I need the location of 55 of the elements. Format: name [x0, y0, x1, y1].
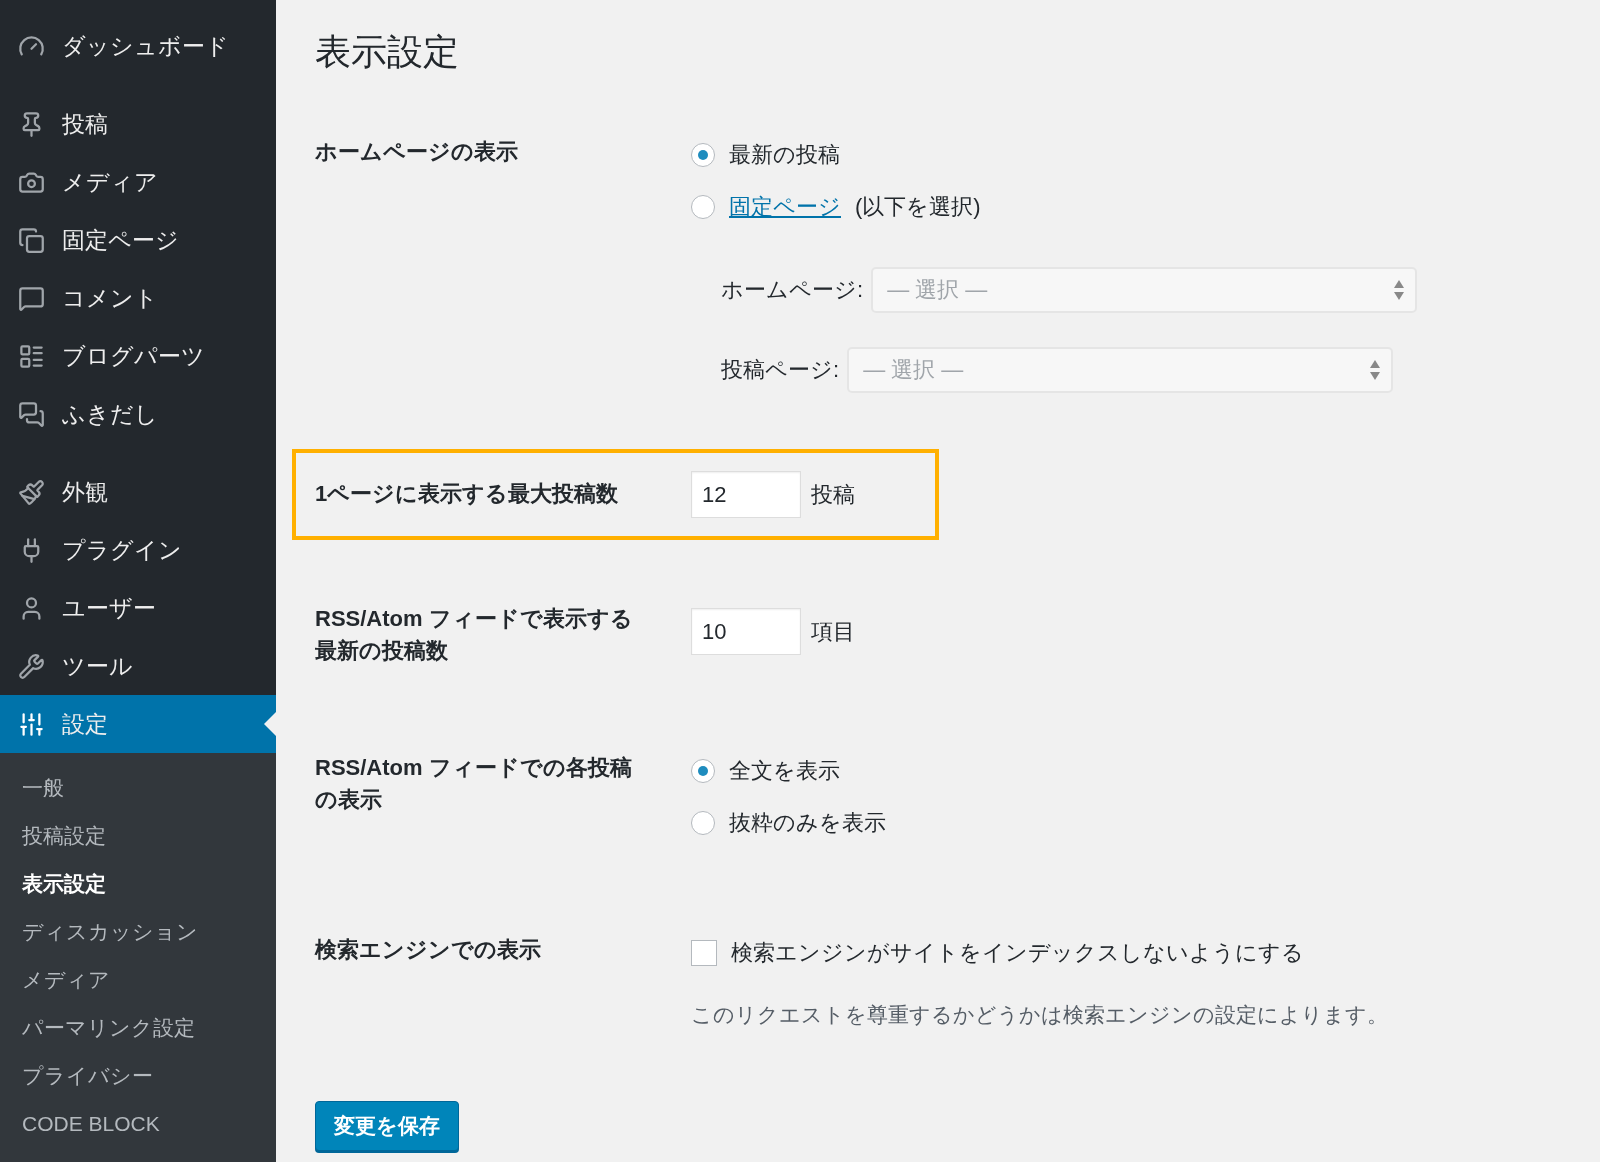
menu-item[interactable]: ブログパーツ	[0, 327, 276, 385]
speech-bubble-icon	[18, 284, 45, 312]
option-label: (以下を選択)	[855, 193, 981, 221]
page-title: 表示設定	[315, 30, 460, 74]
pages-icon	[18, 226, 45, 254]
sliders-icon	[18, 710, 45, 738]
menu-item[interactable]: 投稿	[0, 95, 276, 153]
menu-item[interactable]: ユーザー	[0, 579, 276, 637]
number-input[interactable]: 12	[691, 471, 801, 518]
menu-item[interactable]: ダッシュボード	[0, 17, 276, 75]
submenu-item[interactable]: プライバシー	[0, 1052, 276, 1100]
setting-label: 検索エンジンでの表示	[315, 936, 542, 964]
radio-button[interactable]	[691, 143, 715, 167]
option-label: 抜粋のみを表示	[729, 809, 886, 837]
setting-label: 1ページに表示する最大投稿数	[315, 480, 620, 508]
unit-label: 投稿	[811, 480, 855, 509]
select-label: 投稿ページ:	[721, 356, 840, 384]
setting-label: RSS/Atom フィードで表示する最新の投稿数	[315, 605, 634, 665]
option-label: 全文を表示	[729, 757, 840, 785]
speech-bubbles-icon	[18, 400, 45, 428]
description-text: このリクエストを尊重するかどうかは検索エンジンの設定によります。	[691, 1002, 1388, 1028]
menu-item[interactable]: ふきだし	[0, 385, 276, 443]
option-label: 検索エンジンがサイトをインデックスしないようにする	[731, 939, 1304, 967]
number-input[interactable]: 10	[691, 608, 801, 655]
submenu-item[interactable]: 投稿設定	[0, 812, 276, 860]
submenu-item[interactable]: ディスカッション	[0, 908, 276, 956]
menu-item[interactable]: メディア	[0, 153, 276, 211]
submenu-item[interactable]: 一般	[0, 764, 276, 812]
setting-label: RSS/Atom フィードでの各投稿の表示	[315, 754, 633, 814]
checkbox[interactable]	[691, 940, 717, 966]
grid-icon	[18, 342, 45, 370]
wrench-icon	[18, 652, 45, 680]
setting-label: ホームページの表示	[315, 138, 519, 166]
option-label: 最新の投稿	[729, 141, 840, 169]
brush-icon	[18, 478, 45, 506]
menu-item[interactable]: プラグイン	[0, 521, 276, 579]
submenu-item[interactable]: CODE BLOCK	[0, 1100, 276, 1148]
radio-button[interactable]	[691, 195, 715, 219]
link[interactable]: 固定ページ	[729, 192, 841, 222]
menu-item[interactable]: 外観	[0, 463, 276, 521]
menu-item[interactable]: 固定ページ	[0, 211, 276, 269]
save-button[interactable]: 変更を保存	[315, 1101, 459, 1151]
menu-item[interactable]: 設定	[0, 695, 276, 753]
menu-item[interactable]: コメント	[0, 269, 276, 327]
menu-item[interactable]: ツール	[0, 637, 276, 695]
up-down-arrows-icon	[1393, 279, 1406, 301]
up-down-arrows-icon	[1369, 359, 1382, 381]
submenu-item[interactable]: パーマリンク設定	[0, 1004, 276, 1052]
select-label: ホームページ:	[721, 276, 864, 304]
unit-label: 項目	[811, 617, 855, 646]
radio-button[interactable]	[691, 811, 715, 835]
submenu-item[interactable]: 表示設定	[0, 860, 276, 908]
menu-pointer	[264, 712, 276, 736]
radio-button[interactable]	[691, 759, 715, 783]
submenu-item[interactable]: メディア	[0, 956, 276, 1004]
